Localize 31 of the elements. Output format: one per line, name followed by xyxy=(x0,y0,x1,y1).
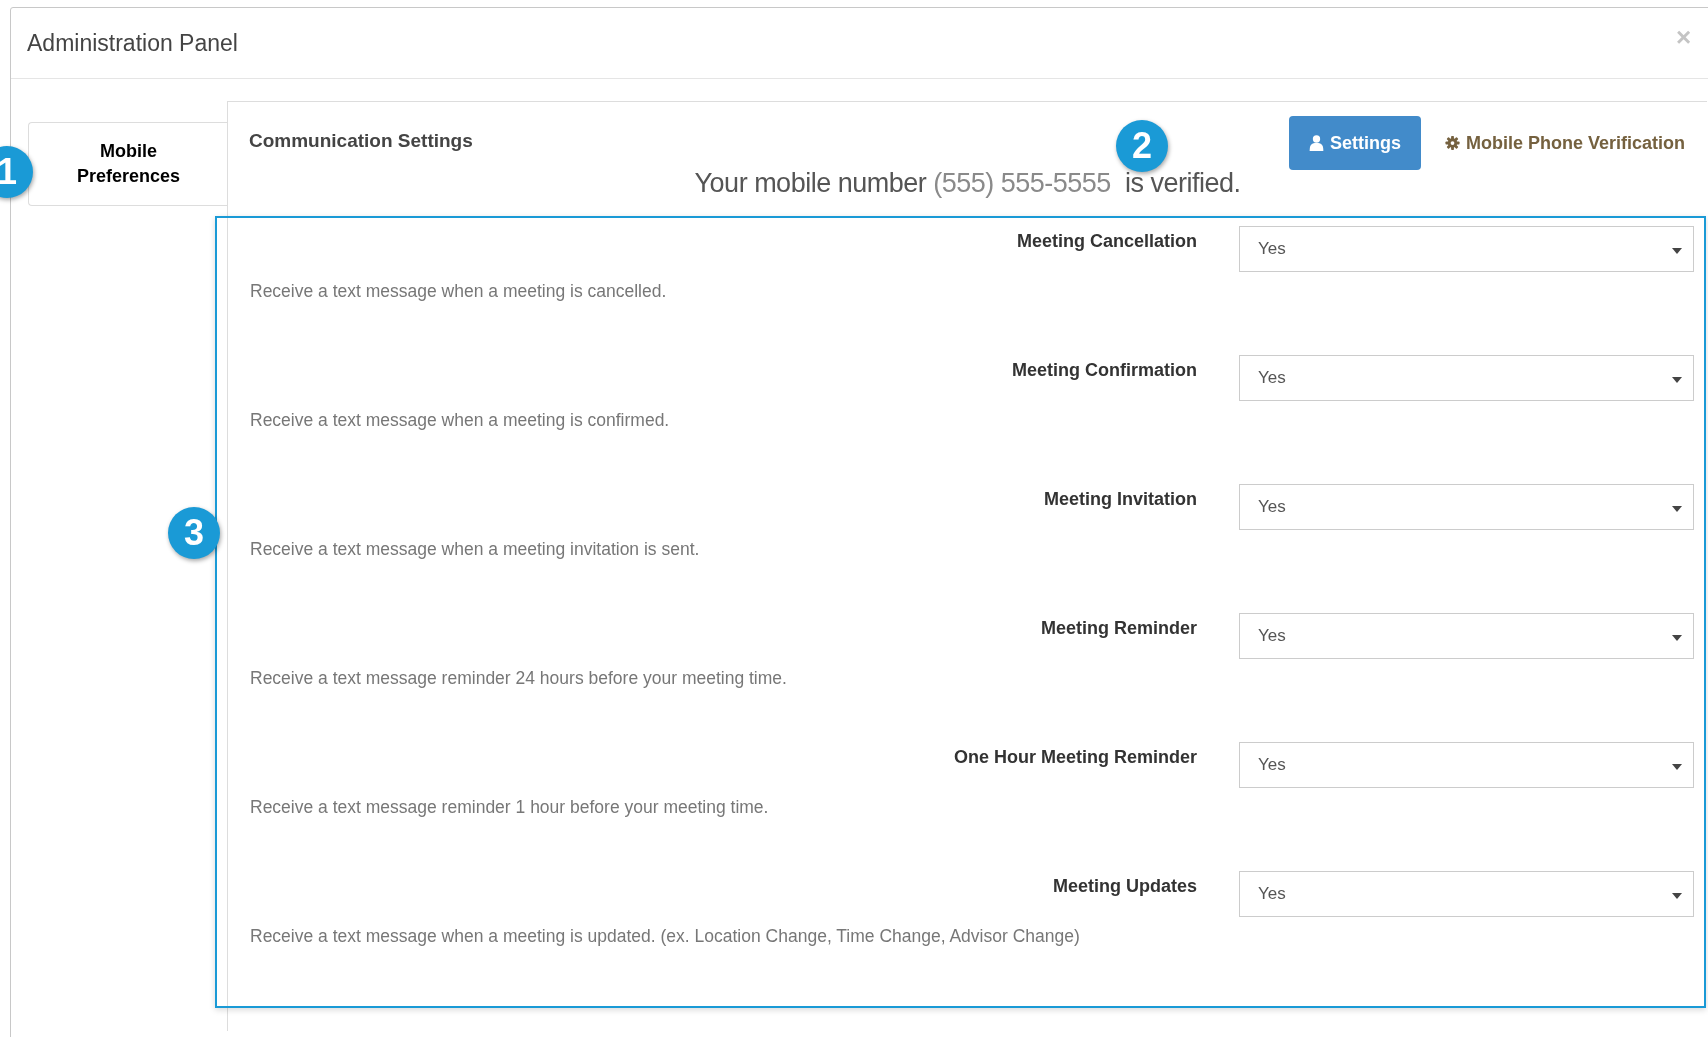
select-field[interactable]: Yes xyxy=(1239,871,1694,917)
select-field[interactable]: Yes xyxy=(1239,613,1694,659)
caret-icon xyxy=(1671,377,1683,383)
person-icon xyxy=(1308,135,1324,151)
section-title: Communication Settings xyxy=(249,130,473,152)
setting-label: Meeting Invitation xyxy=(1043,488,1197,511)
setting-description: Receive a text message when a meeting is confirmed. xyxy=(249,410,671,432)
setting-description: Receive a text message reminder 24 hours before your meeting time. xyxy=(249,668,788,690)
select-field[interactable]: Yes xyxy=(1239,226,1694,272)
caret-icon xyxy=(1671,764,1683,770)
gear-icon xyxy=(1444,135,1460,151)
caret-icon xyxy=(1671,893,1683,899)
setting-description: Receive a text message when a meeting is updated. (ex. Location Change, Time Change, Advisor Change) xyxy=(249,926,1081,948)
caret-icon xyxy=(1671,635,1683,641)
caret-icon xyxy=(1671,248,1683,254)
tab[interactable]: Mobile Preferences xyxy=(28,122,228,206)
setting-label: Meeting Reminder xyxy=(1039,617,1197,640)
verification-link[interactable]: Mobile Phone Verification xyxy=(1444,132,1685,154)
setting-label: Meeting Updates xyxy=(1051,875,1197,898)
window-title: Administration Panel xyxy=(27,29,238,57)
caret-icon xyxy=(1671,506,1683,512)
setting-description: Receive a text message when a meeting is cancelled. xyxy=(249,281,668,303)
setting-description: Receive a text message when a meeting invitation is sent. xyxy=(249,539,701,561)
setting-label: One Hour Meeting Reminder xyxy=(952,746,1197,769)
select-field[interactable]: Yes xyxy=(1239,742,1694,788)
setting-label: Meeting Confirmation xyxy=(1011,359,1197,382)
settings-button[interactable]: Settings xyxy=(1288,116,1421,170)
select-field[interactable]: Yes xyxy=(1239,355,1694,401)
select-field[interactable]: Yes xyxy=(1239,484,1694,530)
setting-description: Receive a text message reminder 1 hour before your meeting time. xyxy=(249,797,770,819)
setting-label: Meeting Cancellation xyxy=(1015,230,1197,253)
